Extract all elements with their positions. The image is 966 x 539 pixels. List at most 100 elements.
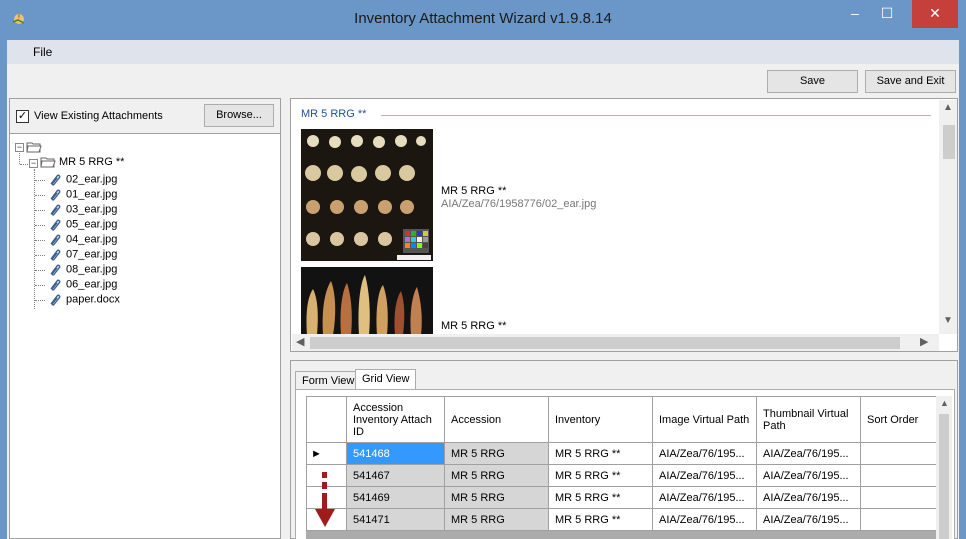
minimize-button[interactable]: – — [840, 0, 870, 28]
tree-item-attachment[interactable]: 02_ear.jpg — [48, 173, 117, 188]
cell-thumbnail-path[interactable]: AIA/Zea/76/195... — [756, 464, 861, 487]
cell-thumbnail-path[interactable]: AIA/Zea/76/195... — [756, 442, 861, 465]
tree-item-attachment[interactable]: 03_ear.jpg — [48, 203, 117, 218]
column-header-attach-id[interactable]: Accession Inventory Attach ID — [346, 396, 445, 443]
attachments-toolbar: ✓ View Existing Attachments Browse... — [10, 99, 280, 134]
tree-collapse-toggle[interactable]: − — [15, 143, 24, 152]
tree-item-attachment[interactable]: 08_ear.jpg — [48, 263, 117, 278]
window-frame-left — [0, 64, 7, 539]
cell-thumbnail-path[interactable]: AIA/Zea/76/195... — [756, 486, 861, 509]
save-button[interactable]: Save — [767, 70, 858, 93]
column-header-inventory[interactable]: Inventory — [548, 396, 653, 443]
cell-thumbnail-path[interactable]: AIA/Zea/76/195... — [756, 508, 861, 531]
paperclip-icon — [50, 189, 61, 201]
cell-attach-id[interactable]: 541469 — [346, 486, 445, 509]
cell-image-path[interactable]: AIA/Zea/76/195... — [652, 486, 757, 509]
tree-item-attachment[interactable]: 01_ear.jpg — [48, 188, 117, 203]
cell-accession[interactable]: MR 5 RRG — [444, 486, 549, 509]
preview-panel: MR 5 RRG ** MR 5 RRG ** AIA/Zea/76/19587… — [290, 98, 958, 352]
grid-vertical-scrollbar[interactable]: ▲ — [936, 396, 952, 539]
grid-view-page: Accession Inventory Attach ID Accession … — [295, 389, 955, 539]
cell-inventory[interactable]: MR 5 RRG ** — [548, 486, 653, 509]
scroll-right-icon[interactable]: ▶ — [920, 335, 928, 348]
paperclip-icon — [50, 204, 61, 216]
cell-accession[interactable]: MR 5 RRG — [444, 508, 549, 531]
tab-grid-view[interactable]: Grid View — [355, 369, 417, 391]
preview-item-caption: MR 5 RRG ** — [441, 320, 507, 332]
cell-image-path[interactable]: AIA/Zea/76/195... — [652, 464, 757, 487]
preview-item-title: MR 5 RRG ** — [441, 185, 507, 197]
tree-item-label: 08_ear.jpg — [66, 263, 118, 276]
tree-item-label: 02_ear.jpg — [66, 173, 118, 186]
table-row[interactable]: ► 541468 MR 5 RRG MR 5 RRG ** AIA/Zea/76/195… — [306, 442, 951, 465]
close-button[interactable]: ✕ — [912, 0, 958, 28]
view-existing-checkbox[interactable]: ✓ — [16, 110, 29, 123]
tree-item-label: 07_ear.jpg — [66, 248, 118, 261]
tree-item-label: 01_ear.jpg — [66, 188, 118, 201]
drag-down-arrow-icon — [315, 472, 335, 527]
scroll-down-icon[interactable]: ▼ — [943, 315, 953, 326]
folder-icon — [26, 142, 42, 153]
paperclip-icon — [50, 279, 61, 291]
grid-row-header-corner[interactable] — [306, 396, 347, 443]
table-row[interactable]: 541471 MR 5 RRG MR 5 RRG ** AIA/Zea/76/195.… — [306, 508, 951, 531]
browse-button[interactable]: Browse... — [204, 104, 274, 127]
table-row[interactable]: 541467 MR 5 RRG MR 5 RRG ** AIA/Zea/76/195.… — [306, 464, 951, 487]
tabs-panel: Form View Grid View Accession Inventory … — [290, 360, 958, 539]
cell-inventory[interactable]: MR 5 RRG ** — [548, 508, 653, 531]
folder-icon — [40, 157, 56, 168]
cell-attach-id[interactable]: 541471 — [346, 508, 445, 531]
tree-item-label: paper.docx — [66, 293, 120, 306]
column-header-accession[interactable]: Accession — [444, 396, 549, 443]
preview-vertical-scrollbar[interactable]: ▲ ▼ — [939, 100, 957, 334]
client-area: Save Save and Exit ✓ View Existing Attac… — [7, 64, 959, 539]
tree-item-label: 06_ear.jpg — [66, 278, 118, 291]
tree-item-attachment[interactable]: 06_ear.jpg — [48, 278, 117, 293]
cell-accession[interactable]: MR 5 RRG — [444, 442, 549, 465]
paperclip-icon — [50, 249, 61, 261]
tree-collapse-toggle[interactable]: − — [29, 159, 38, 168]
save-and-exit-button[interactable]: Save and Exit — [865, 70, 956, 93]
table-row[interactable]: 541469 MR 5 RRG MR 5 RRG ** AIA/Zea/76/195.… — [306, 486, 951, 509]
vertical-splitter[interactable] — [284, 98, 288, 539]
cell-attach-id[interactable]: 541468 — [346, 442, 445, 465]
maximize-button[interactable]: ☐ — [872, 0, 902, 28]
column-header-image-path[interactable]: Image Virtual Path — [652, 396, 757, 443]
paperclip-icon — [50, 294, 61, 306]
cell-inventory[interactable]: MR 5 RRG ** — [548, 442, 653, 465]
column-header-thumbnail-path[interactable]: Thumbnail Virtual Path — [756, 396, 861, 443]
tree-item-label: 03_ear.jpg — [66, 203, 118, 216]
row-header[interactable]: ► — [306, 442, 347, 465]
scroll-thumb[interactable] — [943, 125, 955, 159]
paperclip-icon — [50, 174, 61, 186]
scroll-thumb[interactable] — [939, 414, 949, 539]
cell-image-path[interactable]: AIA/Zea/76/195... — [652, 442, 757, 465]
cell-attach-id[interactable]: 541467 — [346, 464, 445, 487]
horizontal-splitter[interactable] — [290, 354, 958, 358]
cell-inventory[interactable]: MR 5 RRG ** — [548, 464, 653, 487]
scroll-left-icon[interactable]: ◀ — [296, 335, 304, 348]
view-existing-label[interactable]: View Existing Attachments — [34, 110, 163, 122]
attachments-grid[interactable]: Accession Inventory Attach ID Accession … — [306, 396, 952, 539]
cell-image-path[interactable]: AIA/Zea/76/195... — [652, 508, 757, 531]
ear-thumbnail-image[interactable] — [301, 267, 433, 335]
preview-item-path: AIA/Zea/76/1958776/02_ear.jpg — [441, 198, 597, 210]
scroll-thumb[interactable] — [310, 337, 900, 349]
tree-item-attachment[interactable]: 04_ear.jpg — [48, 233, 117, 248]
ear-thumbnail-image[interactable] — [301, 129, 433, 261]
tree-node-accession[interactable]: MR 5 RRG ** — [40, 156, 124, 171]
window-frame-right — [959, 64, 966, 539]
cell-accession[interactable]: MR 5 RRG — [444, 464, 549, 487]
title-bar: Inventory Attachment Wizard v1.9.8.14 – … — [0, 0, 966, 40]
menu-file[interactable]: File — [33, 45, 52, 59]
preview-horizontal-scrollbar[interactable]: ◀ ▶ — [292, 334, 939, 351]
window-title: Inventory Attachment Wizard v1.9.8.14 — [354, 10, 612, 27]
tree-item-attachment[interactable]: 07_ear.jpg — [48, 248, 117, 263]
tree-item-attachment[interactable]: 05_ear.jpg — [48, 218, 117, 233]
tree-node-label: MR 5 RRG ** — [59, 156, 125, 168]
tree-item-label: 05_ear.jpg — [66, 218, 118, 231]
scroll-up-icon[interactable]: ▲ — [940, 398, 949, 408]
scroll-up-icon[interactable]: ▲ — [943, 102, 953, 113]
tab-form-view[interactable]: Form View — [295, 371, 362, 389]
tree-item-attachment[interactable]: paper.docx — [48, 293, 120, 308]
